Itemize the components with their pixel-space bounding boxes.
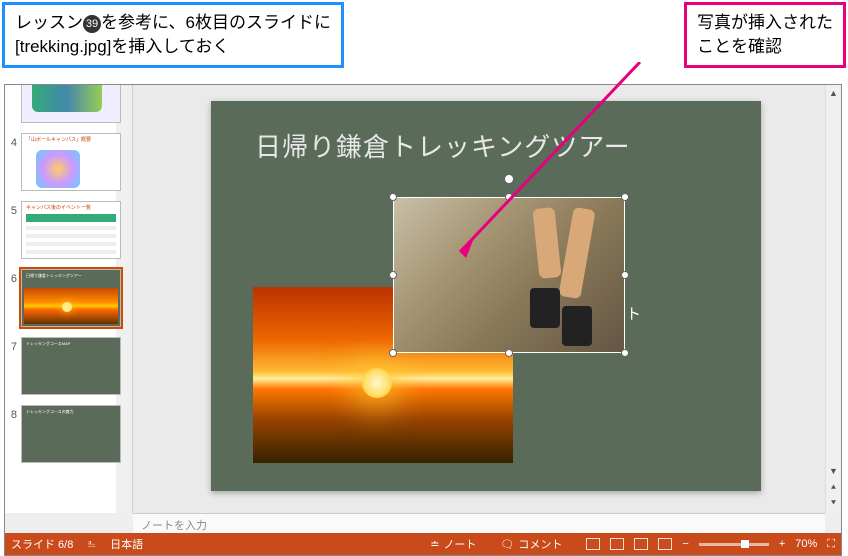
slideshow-view-icon[interactable] bbox=[658, 538, 672, 550]
language-indicator[interactable]: 日本語 bbox=[110, 536, 143, 552]
thumbnail-number: 8 bbox=[7, 405, 21, 421]
thumbnail-number: 6 bbox=[7, 269, 21, 285]
instruction-callout-blue: レッスン39を参考に、6枚目のスライドに [trekking.jpg]を挿入して… bbox=[2, 2, 344, 68]
comments-button[interactable]: 🗨 コメント bbox=[500, 536, 562, 552]
slide-thumbnail-selected[interactable]: 6 日帰り鎌倉トレッキングツアー bbox=[7, 269, 130, 327]
callout-text: [trekking.jpg]を挿入しておく bbox=[15, 35, 331, 59]
thumbnail-number: 4 bbox=[7, 133, 21, 149]
slide-thumbnail[interactable]: 5 キャンパス後のイベント一覧 bbox=[7, 201, 130, 259]
status-bar: スライド 6/8 ⎁ 日本語 ≐ ノート 🗨 コメント − + 70% ⛶ bbox=[5, 533, 841, 555]
notes-pane[interactable]: ノートを入力 bbox=[133, 513, 825, 533]
powerpoint-window: 4 「山ボールキャンパス」概要 5 キャンパス後のイベント一覧 6 日帰り鎌倉ト… bbox=[4, 84, 842, 556]
spellcheck-icon[interactable]: ⎁ bbox=[87, 538, 96, 551]
instruction-callout-pink: 写真が挿入された ことを確認 bbox=[684, 2, 846, 68]
prev-slide-icon[interactable]: ⯅ bbox=[826, 479, 841, 495]
normal-view-icon[interactable] bbox=[586, 538, 600, 550]
thumb-title: 「山ボールキャンパス」概要 bbox=[26, 136, 91, 143]
resize-handle[interactable] bbox=[505, 193, 513, 201]
scroll-down-icon[interactable]: ▼ bbox=[826, 463, 841, 479]
thumb-title: キャンパス後のイベント一覧 bbox=[26, 204, 91, 211]
slide-canvas[interactable]: 日帰り鎌倉トレッキングツアー 北鎌倉駅集合 社 通し 夕陽の絶景ポイント bbox=[133, 85, 825, 513]
callout-text: 写真が挿入された bbox=[697, 11, 833, 35]
thumbnail-number: 5 bbox=[7, 201, 21, 217]
zoom-level[interactable]: 70% bbox=[795, 538, 817, 550]
slide-counter: スライド 6/8 bbox=[11, 536, 73, 552]
slide-title[interactable]: 日帰り鎌倉トレッキングツアー bbox=[255, 127, 631, 164]
scroll-up-icon[interactable]: ▲ bbox=[826, 85, 841, 101]
reading-view-icon[interactable] bbox=[634, 538, 648, 550]
rotate-handle[interactable] bbox=[504, 174, 514, 184]
thumbnail-number: 7 bbox=[7, 337, 21, 353]
hiker-icon bbox=[526, 198, 600, 354]
zoom-knob[interactable] bbox=[741, 540, 749, 548]
slide[interactable]: 日帰り鎌倉トレッキングツアー 北鎌倉駅集合 社 通し 夕陽の絶景ポイント bbox=[211, 101, 761, 491]
notes-button[interactable]: ≐ ノート bbox=[430, 536, 476, 552]
resize-handle[interactable] bbox=[621, 349, 629, 357]
resize-handle[interactable] bbox=[389, 193, 397, 201]
resize-handle[interactable] bbox=[505, 349, 513, 357]
resize-handle[interactable] bbox=[621, 193, 629, 201]
slide-thumbnail[interactable]: 7 トレッキングコースMAP bbox=[7, 337, 130, 395]
sorter-view-icon[interactable] bbox=[610, 538, 624, 550]
callout-text: を参考に、6枚目のスライドに bbox=[101, 13, 331, 32]
slide-thumbnail-panel[interactable]: 4 「山ボールキャンパス」概要 5 キャンパス後のイベント一覧 6 日帰り鎌倉ト… bbox=[5, 85, 133, 513]
canvas-scrollbar[interactable]: ▲ ▼ ⯅ ⯆ bbox=[825, 85, 841, 513]
fit-to-window-icon[interactable]: ⛶ bbox=[827, 538, 835, 551]
resize-handle[interactable] bbox=[389, 349, 397, 357]
callout-text: レッスン bbox=[15, 13, 83, 32]
slide-thumbnail[interactable]: 4 「山ボールキャンパス」概要 bbox=[7, 133, 130, 191]
trekking-image-selected[interactable] bbox=[393, 197, 625, 353]
notes-placeholder: ノートを入力 bbox=[141, 520, 207, 532]
zoom-slider[interactable] bbox=[699, 543, 769, 546]
next-slide-icon[interactable]: ⯆ bbox=[826, 495, 841, 511]
zoom-in-icon[interactable]: + bbox=[779, 538, 785, 550]
resize-handle[interactable] bbox=[621, 271, 629, 279]
zoom-out-icon[interactable]: − bbox=[682, 538, 688, 550]
callout-text: ことを確認 bbox=[697, 35, 833, 59]
thumb-title: トレッキングコースの魅力 bbox=[26, 409, 74, 415]
lesson-number-badge: 39 bbox=[83, 15, 101, 33]
slide-thumbnail[interactable]: 8 トレッキングコースの魅力 bbox=[7, 405, 130, 463]
thumb-title: トレッキングコースMAP bbox=[26, 341, 70, 347]
slide-thumbnail[interactable] bbox=[7, 85, 130, 123]
sun-icon bbox=[362, 368, 392, 398]
resize-handle[interactable] bbox=[389, 271, 397, 279]
thumb-title: 日帰り鎌倉トレッキングツアー bbox=[26, 273, 82, 279]
